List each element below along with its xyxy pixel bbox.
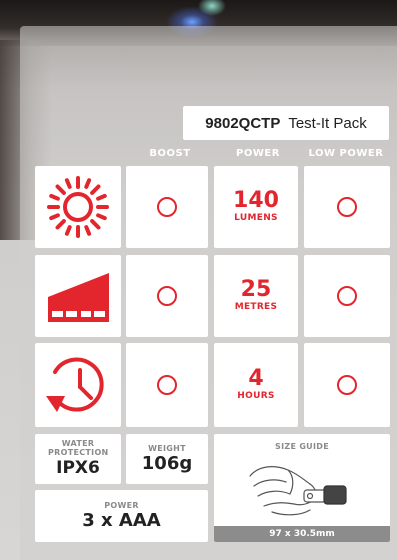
- sun-icon: [35, 166, 121, 248]
- column-header-boost: BOOST: [149, 148, 191, 159]
- boost-not-available-circle-icon: [157, 375, 177, 395]
- low-power-not-available-circle-icon: [337, 375, 357, 395]
- runtime-unit: HOURS: [237, 391, 275, 401]
- clock-icon: [35, 343, 121, 427]
- boost-distance-cell: [126, 255, 208, 337]
- low-power-not-available-circle-icon: [337, 286, 357, 306]
- power-spec: POWER 3 x AAA: [35, 490, 208, 542]
- power-distance-cell: 25 METRES: [214, 255, 298, 337]
- lumens-value: 140: [233, 188, 279, 213]
- runtime-value: 4: [248, 366, 264, 391]
- water-protection-value: IPX6: [56, 458, 100, 478]
- weight-spec: WEIGHT 106g: [126, 434, 208, 484]
- hand-holding-torch-icon: [249, 466, 347, 516]
- power-value: 3 x AAA: [82, 509, 161, 531]
- boost-not-available-circle-icon: [157, 197, 177, 217]
- product-name: Test-It Pack: [288, 114, 367, 132]
- low-power-distance-cell: [304, 255, 390, 337]
- low-power-not-available-circle-icon: [337, 197, 357, 217]
- column-header-power: POWER: [236, 148, 280, 159]
- weight-value: 106g: [141, 452, 193, 474]
- low-power-runtime-cell: [304, 343, 390, 427]
- distance-value: 25: [240, 277, 272, 302]
- low-power-lumens-cell: [304, 166, 390, 248]
- water-protection-spec: WATER PROTECTION IPX6: [35, 434, 121, 484]
- product-title: 9802QCTP Test-It Pack: [183, 106, 389, 140]
- beam-distance-icon: [35, 255, 121, 337]
- lumens-unit: LUMENS: [234, 213, 278, 223]
- distance-unit: METRES: [234, 302, 278, 312]
- size-guide: SIZE GUIDE 97 x 30.5mm: [214, 434, 390, 542]
- size-guide-dimensions: 97 x 30.5mm: [214, 526, 390, 542]
- water-protection-label: WATER PROTECTION: [48, 439, 109, 457]
- power-runtime-cell: 4 HOURS: [214, 343, 298, 427]
- power-label: POWER: [104, 500, 139, 510]
- boost-runtime-cell: [126, 343, 208, 427]
- product-code: 9802QCTP: [205, 114, 281, 132]
- size-guide-label: SIZE GUIDE: [275, 442, 329, 451]
- column-header-low-power: LOW POWER: [308, 148, 384, 159]
- boost-not-available-circle-icon: [157, 286, 177, 306]
- power-lumens-cell: 140 LUMENS: [214, 166, 298, 248]
- weight-label: WEIGHT: [148, 443, 186, 453]
- boost-lumens-cell: [126, 166, 208, 248]
